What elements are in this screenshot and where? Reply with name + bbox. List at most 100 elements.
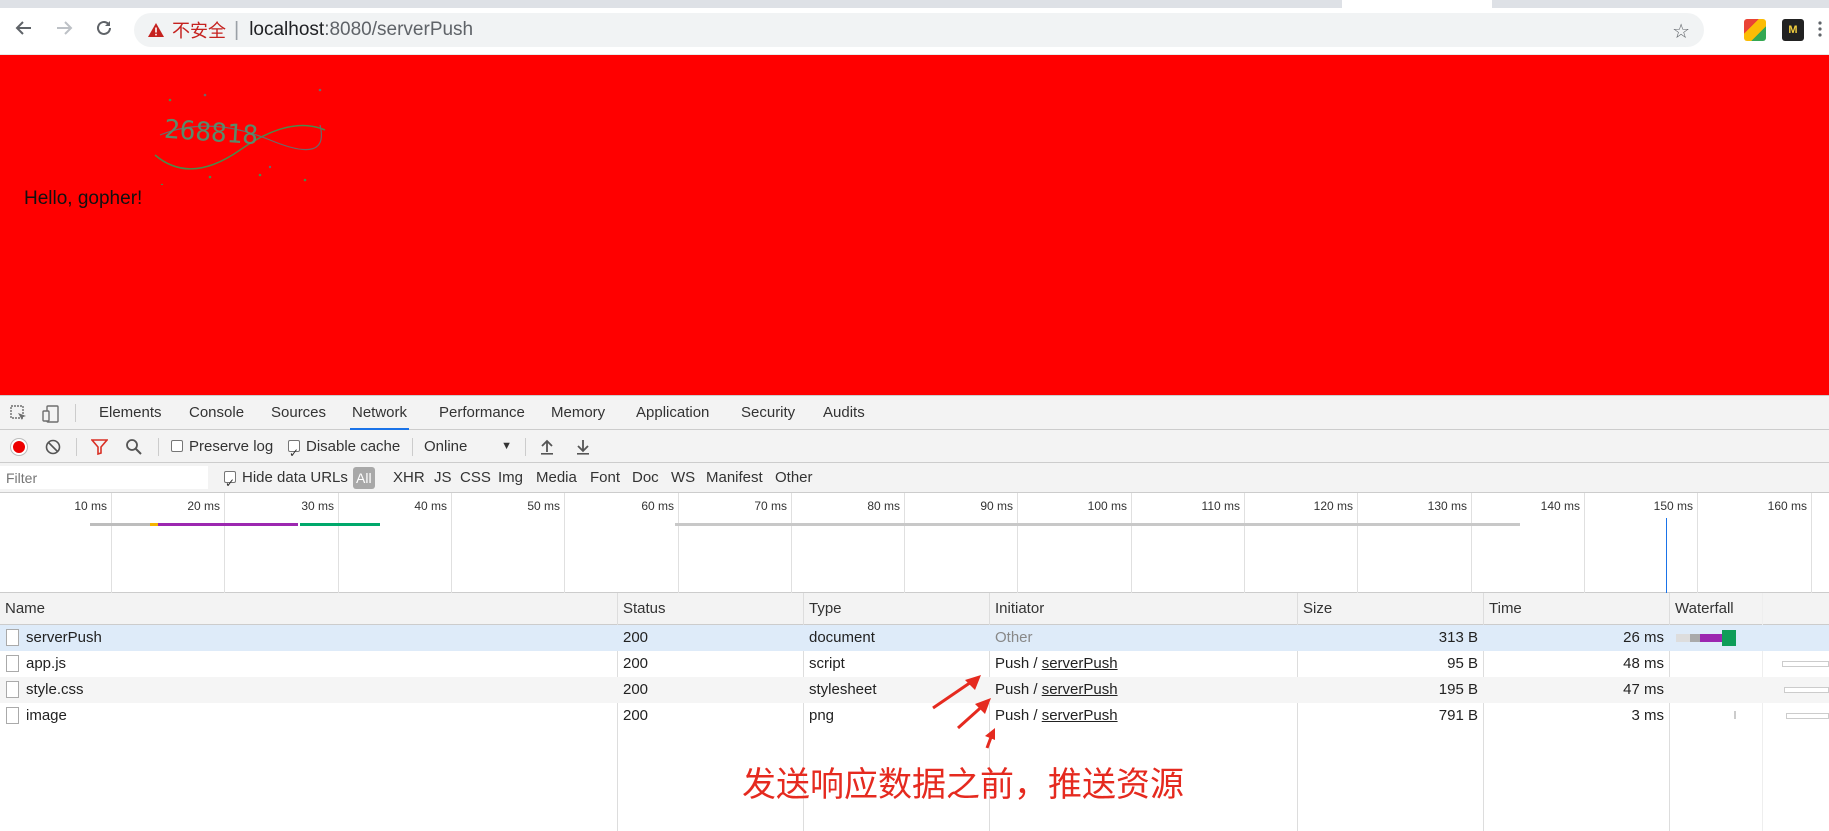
document-icon <box>6 655 19 672</box>
row-status: 200 <box>623 681 649 698</box>
filter-type-doc[interactable]: Doc <box>632 463 659 493</box>
tab-elements[interactable]: Elements <box>97 396 164 430</box>
initiator-prefix: Push / <box>995 681 1042 698</box>
overview-tick-label: 120 ms <box>1313 499 1353 513</box>
import-har-icon[interactable] <box>539 438 555 458</box>
overview-bar-queued <box>90 523 150 526</box>
initiator-link[interactable]: serverPush <box>1042 655 1118 672</box>
search-icon[interactable] <box>125 438 143 459</box>
document-icon <box>6 681 19 698</box>
device-toolbar-icon[interactable] <box>42 405 60 423</box>
overview-gridline <box>1131 493 1132 593</box>
col-initiator[interactable]: Initiator <box>990 593 1044 625</box>
export-har-icon[interactable] <box>575 438 591 458</box>
col-name[interactable]: Name <box>0 593 45 625</box>
overview-tick-label: 50 ms <box>527 499 560 513</box>
forward-button[interactable] <box>52 16 76 40</box>
overview-tick-label: 90 ms <box>980 499 1013 513</box>
waterfall-bar <box>1786 713 1829 719</box>
address-bar[interactable]: 不安全 | localhost:8080/serverPush ☆ <box>134 13 1704 47</box>
table-row[interactable]: style.css 200 stylesheet Push / serverPu… <box>0 677 1829 703</box>
extension-m-icon[interactable]: M <box>1782 19 1804 41</box>
tab-security[interactable]: Security <box>739 396 797 430</box>
preserve-log-checkbox[interactable]: Preserve log <box>171 430 273 463</box>
row-time: 48 ms <box>1623 655 1664 672</box>
active-tab[interactable] <box>1342 0 1492 8</box>
initiator-link[interactable]: serverPush <box>1042 681 1118 698</box>
overview-tick-label: 150 ms <box>1653 499 1693 513</box>
tab-memory[interactable]: Memory <box>549 396 607 430</box>
waterfall-stalled <box>1690 634 1700 642</box>
tab-network[interactable]: Network <box>350 396 410 430</box>
tab-performance[interactable]: Performance <box>437 396 527 430</box>
col-size[interactable]: Size <box>1298 593 1332 625</box>
row-name[interactable]: image <box>26 703 67 729</box>
tab-audits[interactable]: Audits <box>821 396 867 430</box>
overview-tick-label: 100 ms <box>1087 499 1127 513</box>
row-type: document <box>809 629 875 646</box>
back-button[interactable] <box>12 16 36 40</box>
overview-gridline <box>791 493 792 593</box>
record-button[interactable] <box>11 439 27 455</box>
row-status: 200 <box>623 629 649 646</box>
back-arrow-icon <box>15 21 31 35</box>
filter-type-media[interactable]: Media <box>536 463 577 493</box>
waterfall-bar <box>1784 687 1829 693</box>
hide-data-urls-checkbox[interactable]: Hide data URLs <box>224 463 348 498</box>
filter-type-all[interactable]: All <box>353 467 375 489</box>
col-status[interactable]: Status <box>618 593 666 625</box>
row-size: 313 B <box>1438 629 1478 646</box>
reload-button[interactable] <box>92 16 116 40</box>
table-row[interactable]: app.js 200 script Push / serverPush 95 B… <box>0 651 1829 677</box>
checkbox-checked[interactable] <box>288 437 300 470</box>
security-label[interactable]: 不安全 <box>172 17 226 43</box>
warning-icon[interactable] <box>148 23 164 37</box>
waterfall-download <box>1722 630 1736 646</box>
overview-gridline <box>1357 493 1358 593</box>
filter-icon[interactable] <box>90 439 109 458</box>
row-name[interactable]: serverPush <box>26 625 102 651</box>
filter-type-img[interactable]: Img <box>498 463 523 493</box>
col-type[interactable]: Type <box>804 593 842 625</box>
table-row[interactable]: image 200 png Push / serverPush 791 B 3 … <box>0 703 1829 729</box>
filter-type-ws[interactable]: WS <box>671 463 695 493</box>
initiator-link[interactable]: serverPush <box>1042 707 1118 724</box>
overview-gridline <box>224 493 225 593</box>
document-icon <box>6 629 19 646</box>
divider <box>75 404 76 422</box>
captcha-image[interactable]: 268818 <box>150 75 330 185</box>
filter-type-font[interactable]: Font <box>590 463 620 493</box>
row-name[interactable]: style.css <box>26 677 84 703</box>
row-name[interactable]: app.js <box>26 651 66 677</box>
timeline-overview[interactable]: 10 ms 20 ms 30 ms 40 ms 50 ms 60 ms 70 ms 80 ms… <box>0 493 1829 593</box>
overview-tick-label: 30 ms <box>301 499 334 513</box>
filter-type-other[interactable]: Other <box>775 463 813 493</box>
overview-bar-download <box>300 523 380 526</box>
filter-type-js[interactable]: JS <box>434 463 452 493</box>
browser-chrome: 不安全 | localhost:8080/serverPush ☆ M <box>0 0 1829 55</box>
checkbox-checked[interactable] <box>224 468 236 498</box>
col-waterfall[interactable]: Waterfall <box>1670 593 1734 625</box>
checkbox-unchecked[interactable] <box>171 440 183 452</box>
hide-data-urls-label: Hide data URLs <box>242 469 348 486</box>
filter-type-manifest[interactable]: Manifest <box>706 463 763 493</box>
table-row[interactable]: serverPush 200 document Other 313 B 26 m… <box>0 625 1829 651</box>
tab-application[interactable]: Application <box>634 396 711 430</box>
divider <box>158 438 159 456</box>
filter-input[interactable] <box>0 466 208 489</box>
throttling-select[interactable]: Online ▼ <box>424 430 512 463</box>
menu-dots-icon[interactable] <box>1818 20 1822 37</box>
tab-sources[interactable]: Sources <box>269 396 328 430</box>
filter-type-xhr[interactable]: XHR <box>393 463 425 493</box>
filter-type-css[interactable]: CSS <box>460 463 491 493</box>
overview-tick-label: 60 ms <box>641 499 674 513</box>
tab-console[interactable]: Console <box>187 396 246 430</box>
inspect-element-icon[interactable] <box>10 405 28 423</box>
extension-colorful-icon[interactable] <box>1744 19 1766 41</box>
initiator-prefix: Push / <box>995 655 1042 672</box>
url-separator: | <box>234 18 240 41</box>
disable-cache-checkbox[interactable]: Disable cache <box>288 430 400 470</box>
col-time[interactable]: Time <box>1484 593 1522 625</box>
clear-icon[interactable] <box>45 439 61 458</box>
bookmark-star-icon[interactable]: ☆ <box>1672 19 1690 44</box>
